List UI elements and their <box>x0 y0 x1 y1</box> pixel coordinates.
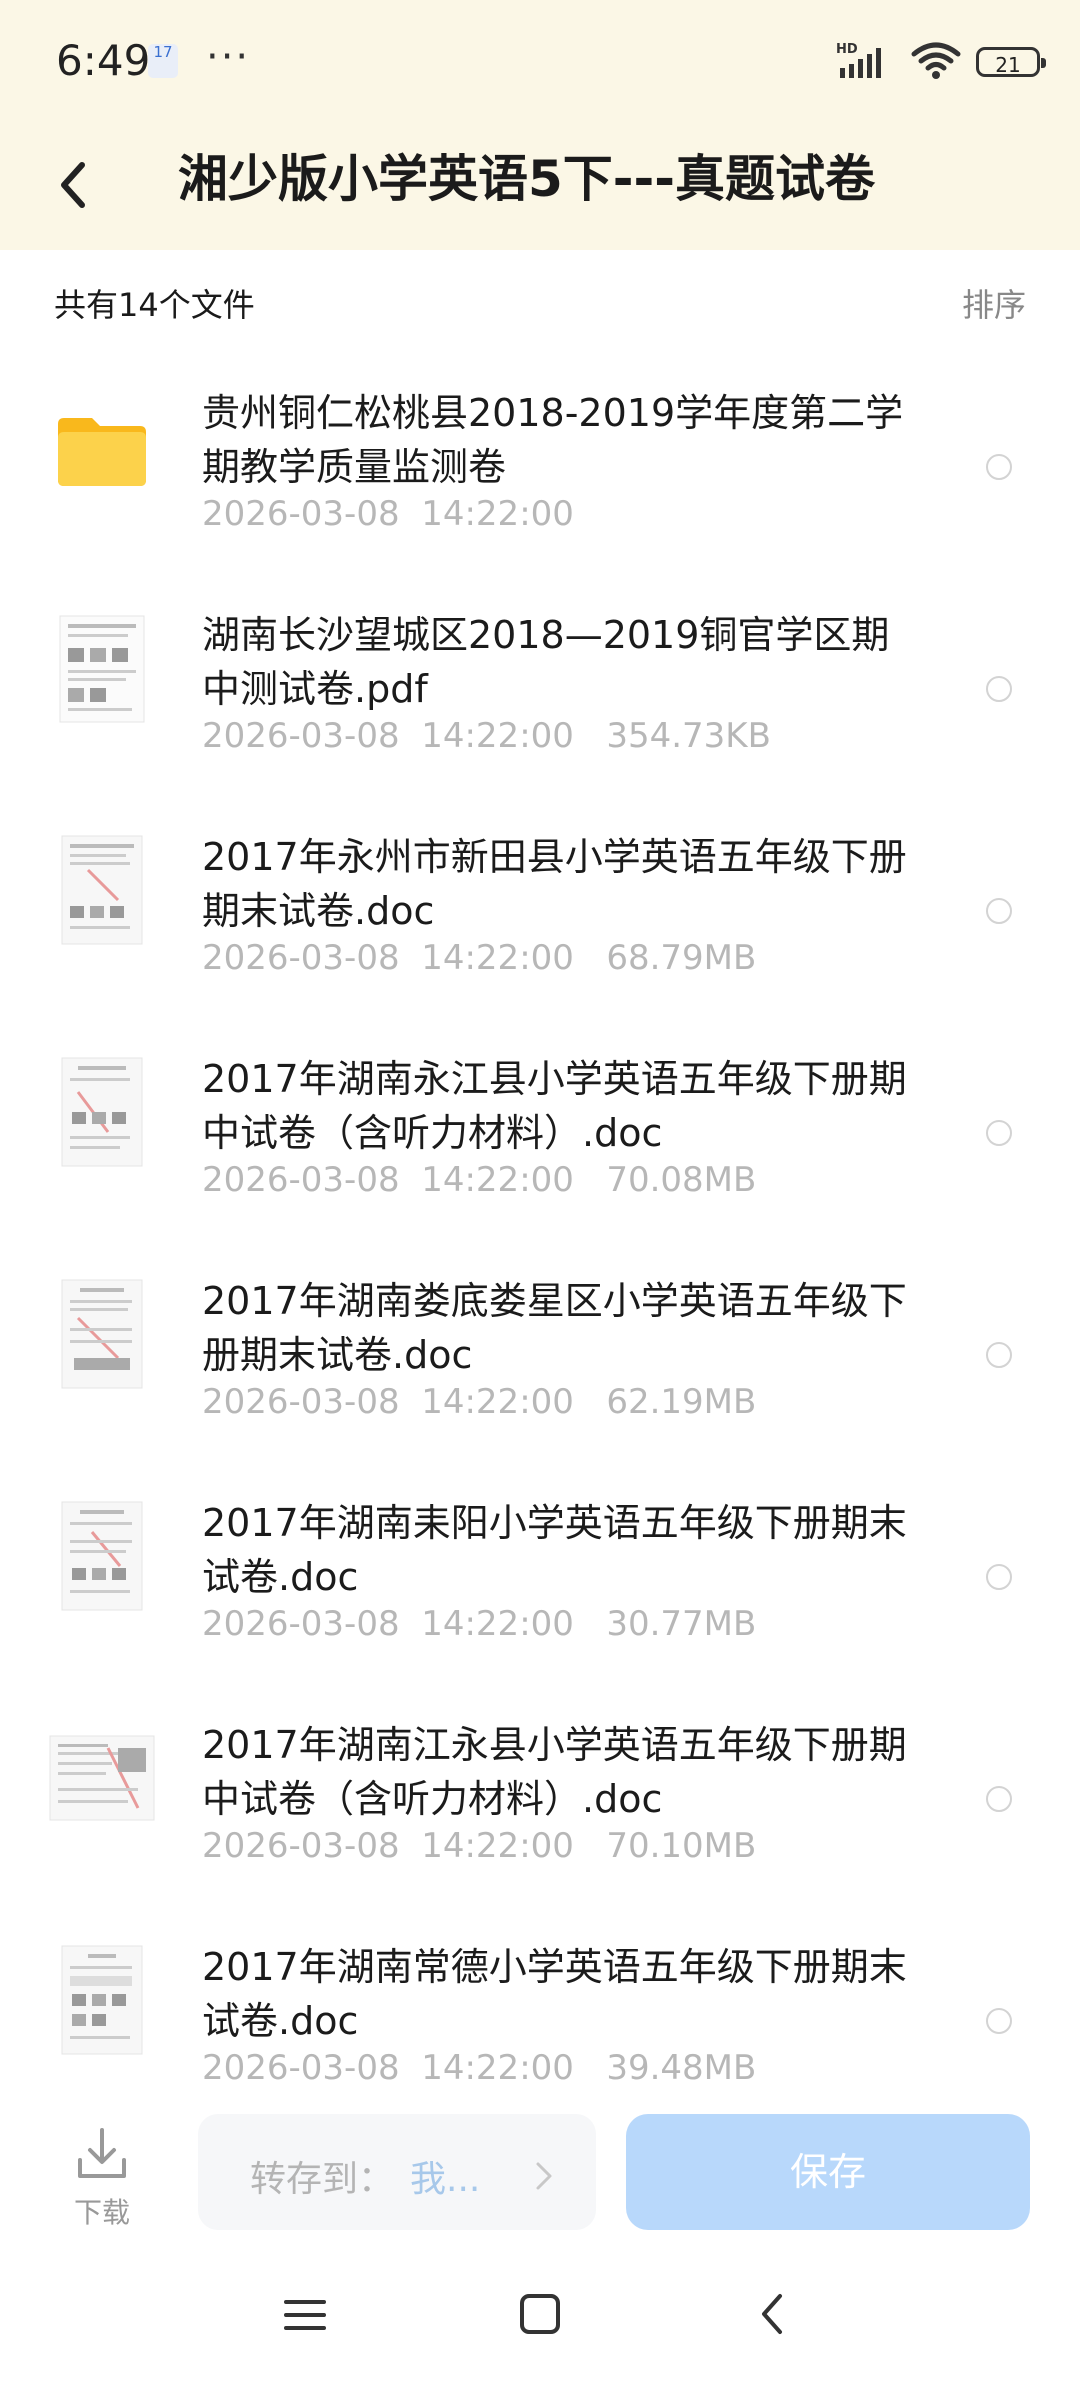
file-meta: 2026-03-08 14:22:00 <box>202 494 574 534</box>
battery-icon: 21 <box>976 47 1046 77</box>
back-nav-icon[interactable] <box>748 2288 800 2340</box>
sort-button[interactable]: 排序 <box>962 280 1026 326</box>
save-to-value: 我... <box>410 2159 481 2200</box>
select-radio[interactable] <box>986 898 1012 924</box>
document-thumbnail-icon <box>49 1735 155 1821</box>
network-type-label: HD <box>836 42 858 57</box>
file-name: 2017年湖南江永县小学英语五年级下册期中试卷（含听力材料）.doc <box>202 1723 907 1821</box>
file-name: 贵州铜仁松桃县2018-2019学年度第二学期教学质量监测卷 <box>202 391 904 489</box>
document-thumbnail-icon <box>61 1279 143 1389</box>
status-time: 6:49 <box>56 36 151 85</box>
signal-icon: HD <box>836 40 896 84</box>
system-nav-bar <box>0 2270 1080 2370</box>
list-item[interactable]: 2017年湖南江永县小学英语五年级下册期中试卷（含听力材料）.doc 2026-… <box>0 1682 1080 1904</box>
header: 湘少版小学英语5下---真题试卷 <box>0 125 1080 250</box>
chevron-right-icon <box>536 2162 552 2190</box>
file-meta: 2026-03-08 14:22:00 39.48MB <box>202 2048 757 2080</box>
list-item[interactable]: 贵州铜仁松桃县2018-2019学年度第二学期教学质量监测卷 2026-03-0… <box>0 350 1080 572</box>
file-name: 2017年湖南永江县小学英语五年级下册期中试卷（含听力材料）.doc <box>202 1057 907 1155</box>
select-radio[interactable] <box>986 676 1012 702</box>
page-title: 湘少版小学英语5下---真题试卷 <box>178 150 876 208</box>
list-item[interactable]: 2017年湖南娄底娄星区小学英语五年级下册期末试卷.doc 2026-03-08… <box>0 1238 1080 1460</box>
file-name: 2017年湖南常德小学英语五年级下册期末试卷.doc <box>202 1945 907 2043</box>
file-name: 2017年湖南娄底娄星区小学英语五年级下册期末试卷.doc <box>202 1279 907 1377</box>
select-radio[interactable] <box>986 1120 1012 1146</box>
select-radio[interactable] <box>986 1342 1012 1368</box>
document-thumbnail-icon <box>61 1945 143 2055</box>
status-bar: 6:49 17 ··· HD 21 <box>0 0 1080 125</box>
back-button[interactable] <box>50 150 110 220</box>
document-thumbnail-icon <box>61 1057 143 1167</box>
file-meta: 2026-03-08 14:22:00 70.08MB <box>202 1160 757 1200</box>
wifi-icon <box>910 40 962 84</box>
download-icon <box>78 2128 126 2178</box>
list-item[interactable]: 2017年湖南永江县小学英语五年级下册期中试卷（含听力材料）.doc 2026-… <box>0 1016 1080 1238</box>
download-button[interactable]: 下载 <box>62 2124 142 2231</box>
file-meta: 2026-03-08 14:22:00 30.77MB <box>202 1604 757 1644</box>
document-thumbnail-icon <box>59 615 145 723</box>
select-radio[interactable] <box>986 1786 1012 1812</box>
select-radio[interactable] <box>986 454 1012 480</box>
file-name: 2017年湖南耒阳小学英语五年级下册期末试卷.doc <box>202 1501 907 1599</box>
file-meta: 2026-03-08 14:22:00 62.19MB <box>202 1382 757 1422</box>
file-name: 湖南长沙望城区2018—2019铜官学区期中测试卷.pdf <box>202 613 890 711</box>
status-icons: HD 21 <box>836 40 1046 84</box>
list-item[interactable]: 2017年湖南耒阳小学英语五年级下册期末试卷.doc 2026-03-08 14… <box>0 1460 1080 1682</box>
folder-icon <box>58 418 146 486</box>
list-item[interactable]: 湖南长沙望城区2018—2019铜官学区期中测试卷.pdf 2026-03-08… <box>0 572 1080 794</box>
file-name: 2017年永州市新田县小学英语五年级下册期末试卷.doc <box>202 835 907 933</box>
calendar-icon: 17 <box>148 44 178 78</box>
save-to-selector[interactable]: 转存到： 我... <box>198 2114 596 2230</box>
menu-icon[interactable] <box>280 2290 330 2340</box>
file-meta: 2026-03-08 14:22:00 68.79MB <box>202 938 757 978</box>
home-icon[interactable] <box>514 2288 566 2340</box>
list-item[interactable]: 2017年湖南常德小学英语五年级下册期末试卷.doc 2026-03-08 14… <box>0 1904 1080 2080</box>
top-area: 6:49 17 ··· HD 21 湘少版小学英语5下---真题试卷 <box>0 0 1080 250</box>
list-item[interactable]: 2017年永州市新田县小学英语五年级下册期末试卷.doc 2026-03-08 … <box>0 794 1080 1016</box>
document-thumbnail-icon <box>61 1501 143 1611</box>
file-list: 贵州铜仁松桃县2018-2019学年度第二学期教学质量监测卷 2026-03-0… <box>0 350 1080 2080</box>
download-label: 下载 <box>73 2196 130 2229</box>
save-to-label: 转存到： <box>250 2159 395 2200</box>
more-notifications-icon: ··· <box>206 34 251 80</box>
file-meta: 2026-03-08 14:22:00 70.10MB <box>202 1826 757 1866</box>
select-radio[interactable] <box>986 1564 1012 1590</box>
document-thumbnail-icon <box>61 835 143 945</box>
back-arrow-icon <box>61 162 85 208</box>
select-radio[interactable] <box>986 2008 1012 2034</box>
file-meta: 2026-03-08 14:22:00 354.73KB <box>202 716 771 756</box>
file-count: 共有14个文件 <box>54 286 255 324</box>
save-button[interactable]: 保存 <box>626 2114 1030 2230</box>
